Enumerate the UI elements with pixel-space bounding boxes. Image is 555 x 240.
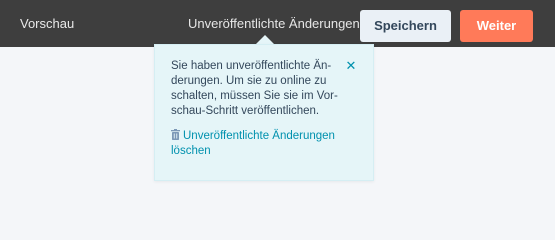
- next-button[interactable]: Weiter: [460, 10, 533, 42]
- discard-changes-label: Unveröffentlichte Änderungen löschen: [171, 130, 335, 157]
- save-button[interactable]: Speichern: [360, 10, 451, 42]
- popover-message: Sie haben unveröffentlichte Än-derungen.…: [171, 60, 338, 117]
- unsaved-changes-popover: Sie haben unveröffentlichte Än-derungen.…: [154, 44, 374, 181]
- trash-icon: [171, 129, 180, 140]
- popover-arrow: [256, 35, 274, 44]
- preview-step-label[interactable]: Vorschau: [20, 16, 74, 32]
- close-icon[interactable]: ✕: [345, 59, 357, 73]
- discard-changes-link[interactable]: Unveröffentlichte Änderungen löschen: [171, 129, 361, 159]
- unsaved-changes-link[interactable]: Unveröffentlichte Änderungen: [188, 16, 360, 32]
- top-navigation-bar: Vorschau Unveröffentlichte Änderungen Sp…: [0, 0, 555, 47]
